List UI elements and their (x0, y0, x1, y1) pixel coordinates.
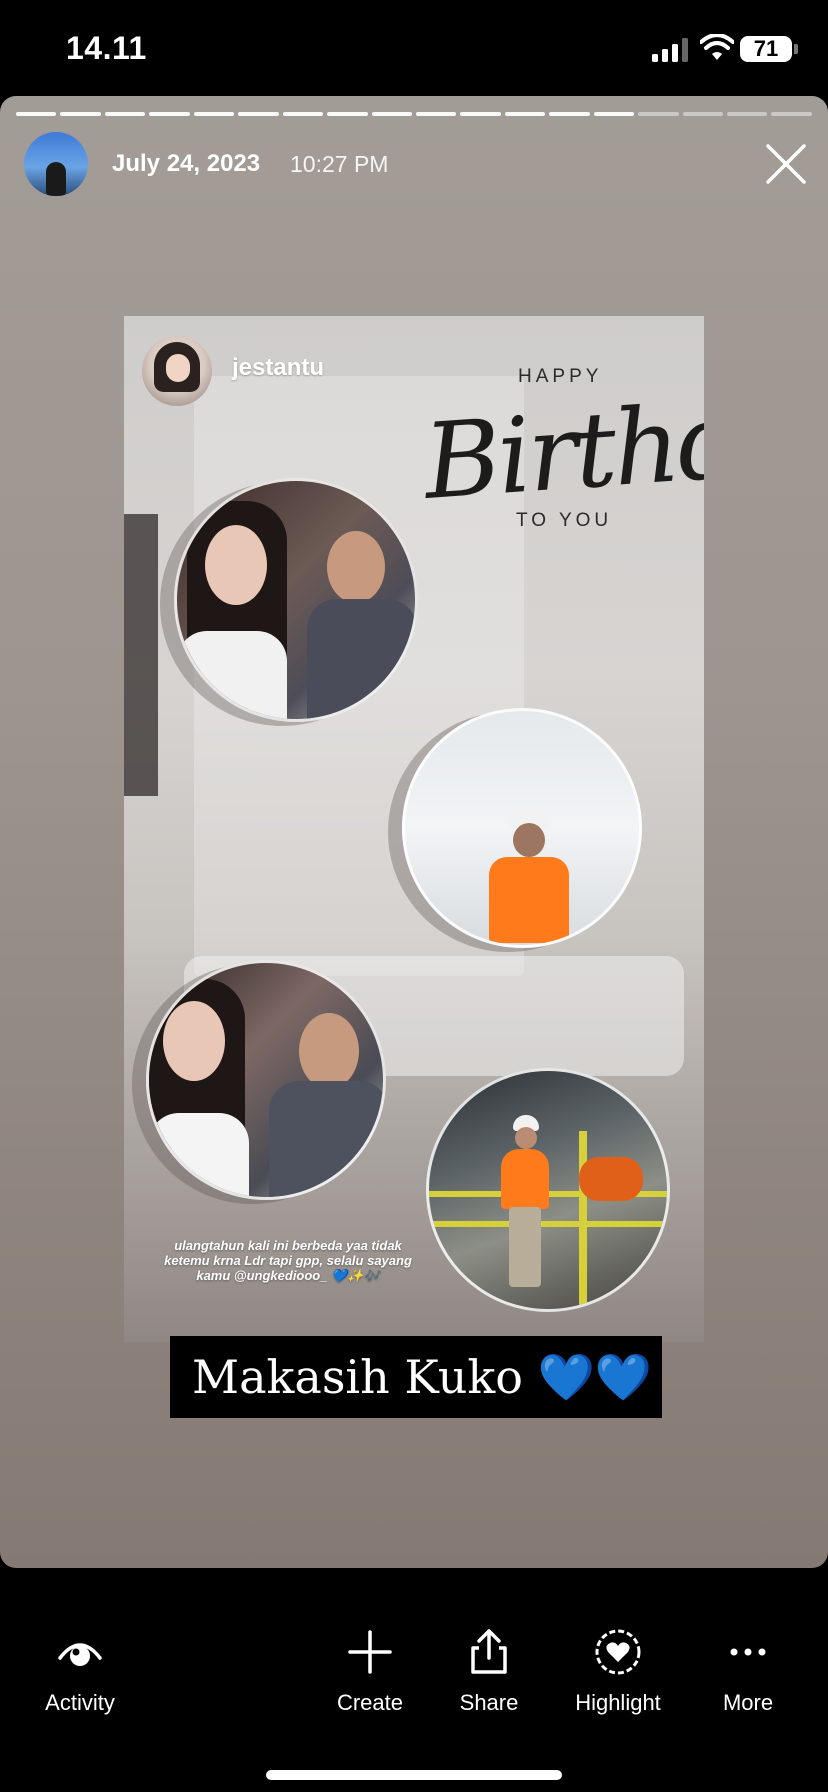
reply-text-sticker: Makasih Kuko 💙💙 (170, 1336, 662, 1418)
share-label: Share (459, 1690, 519, 1715)
story-toolbar: Activity Create Share Highlight More (0, 1568, 828, 1792)
progress-segment (593, 112, 635, 116)
birthday-happy-text: HAPPY (518, 366, 603, 387)
progress-segment (193, 112, 235, 116)
story-viewer[interactable]: July 24, 2023 10:27 PM jestantu HAPPY Bi… (0, 96, 828, 1568)
avatar[interactable] (24, 132, 88, 196)
story-time: 10:27 PM (290, 151, 389, 177)
progress-segment (549, 112, 590, 116)
plus-icon (348, 1630, 392, 1674)
home-indicator (266, 1770, 562, 1780)
create-button[interactable]: Create (310, 1628, 430, 1738)
progress-segment (238, 112, 279, 116)
close-icon[interactable] (764, 142, 808, 186)
battery-tip (794, 44, 798, 54)
more-icon (730, 1648, 766, 1656)
shared-post-caption: ulangtahun kali ini berbeda yaa tidak ke… (164, 1238, 412, 1283)
status-time: 14.11 (66, 30, 147, 66)
wifi-icon (700, 34, 734, 60)
highlight-button[interactable]: Highlight (558, 1628, 678, 1738)
signal-icon (652, 38, 688, 62)
progress-segment (504, 112, 546, 116)
story-progress-bar (16, 112, 812, 116)
progress-segment (104, 112, 146, 116)
worker-photo-2 (426, 1068, 670, 1312)
share-icon (471, 1629, 507, 1674)
more-button[interactable]: More (688, 1628, 808, 1738)
progress-segment (771, 112, 812, 116)
couple-photo-1 (174, 478, 418, 722)
progress-segment (149, 112, 190, 116)
heart-icon (595, 1629, 641, 1675)
progress-segment (415, 112, 457, 116)
more-label: More (722, 1690, 774, 1715)
create-label: Create (336, 1690, 404, 1715)
battery-icon: 71 (740, 36, 792, 62)
eye-icon (58, 1643, 102, 1666)
activity-button[interactable]: Activity (20, 1628, 140, 1738)
progress-segment (327, 112, 368, 116)
status-bar: 14.11 71 (0, 0, 828, 96)
share-button[interactable]: Share (429, 1628, 549, 1738)
progress-segment (60, 112, 101, 116)
progress-segment (727, 112, 768, 116)
progress-segment (371, 112, 412, 116)
birthday-toyou-text: TO YOU (516, 510, 613, 531)
activity-label: Activity (45, 1690, 115, 1715)
progress-segment (282, 112, 324, 116)
shared-post-username[interactable]: jestantu (232, 354, 324, 382)
highlight-label: Highlight (575, 1690, 661, 1715)
couple-photo-2 (146, 960, 386, 1200)
worker-photo-1 (402, 708, 642, 948)
progress-segment (682, 112, 723, 116)
shared-story-card[interactable]: jestantu HAPPY Birthday TO YOU ulangtahu… (124, 316, 704, 1342)
progress-segment (16, 112, 57, 116)
background-wall (124, 514, 158, 796)
story-date: July 24, 2023 (112, 150, 261, 177)
shared-post-avatar[interactable] (142, 336, 212, 406)
progress-segment (460, 112, 501, 116)
progress-segment (638, 112, 679, 116)
